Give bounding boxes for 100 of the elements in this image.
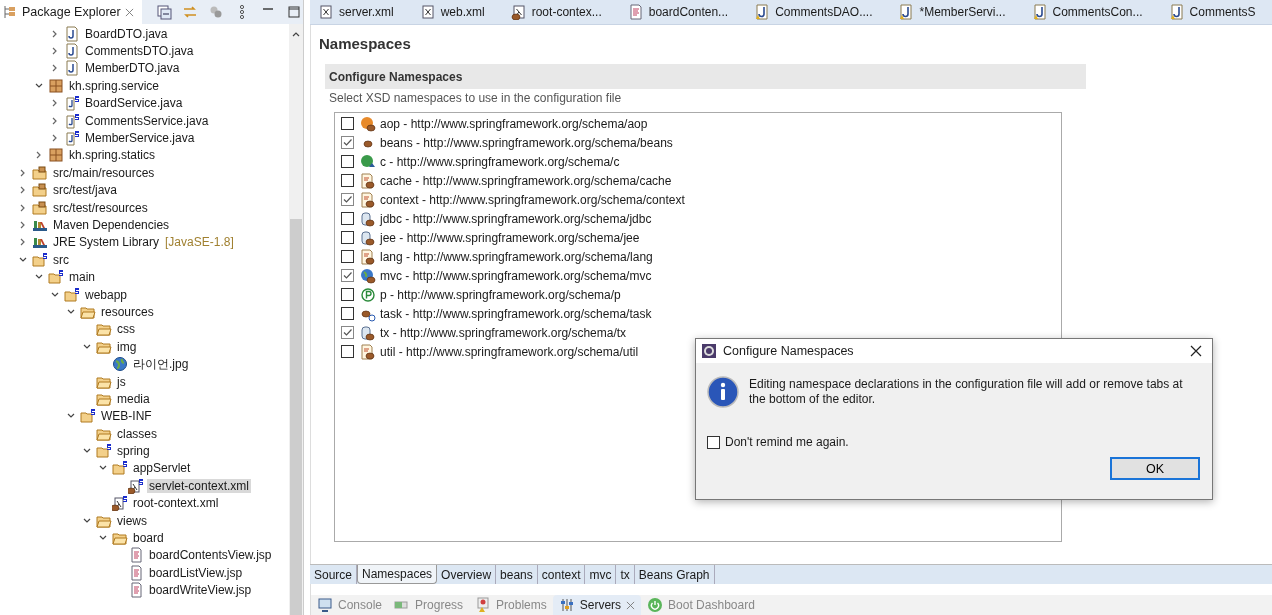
tree-item[interactable]: spring (115, 444, 152, 459)
tree-item[interactable]: CommentsDTO.java (83, 44, 196, 59)
checkbox[interactable] (341, 250, 354, 263)
tree-item[interactable]: CommentsService.java (83, 113, 211, 128)
scrollbar[interactable] (289, 24, 303, 615)
tree-item[interactable]: webapp (83, 287, 130, 302)
editor-tab[interactable]: boardConten... (619, 0, 747, 24)
package-icon (48, 77, 64, 94)
tree-item[interactable]: Maven Dependencies (51, 218, 172, 232)
namespace-icon (360, 267, 376, 284)
info-icon (707, 376, 739, 408)
tree-item[interactable]: WEB-INF (99, 409, 154, 424)
tree-item[interactable]: js (115, 374, 128, 389)
tree-item[interactable]: src/test/resources (51, 200, 150, 215)
checkbox[interactable] (341, 136, 354, 149)
page-tab[interactable]: Namespaces (357, 565, 438, 584)
checkbox[interactable] (341, 288, 354, 301)
tree-item[interactable]: boardListView.jsp (147, 565, 245, 580)
editor-tab[interactable]: CommentsS (1160, 0, 1272, 24)
java-file-icon (64, 25, 80, 42)
checkbox[interactable] (341, 345, 354, 358)
tree-item[interactable]: classes (115, 426, 159, 441)
tree-item[interactable]: src/test/java (51, 183, 120, 198)
namespace-label: mvc - http://www.springframework.org/schema/mvc (380, 268, 652, 283)
editor-tab[interactable]: CommentsDAO.... (746, 0, 891, 24)
tree-item[interactable]: MemberService.java (83, 131, 197, 146)
section-header: Configure Namespaces (325, 64, 1086, 89)
xml-file-icon (510, 4, 527, 20)
tree-item[interactable]: main (67, 270, 97, 285)
tree-item[interactable]: views (115, 513, 149, 528)
namespace-icon (360, 229, 376, 246)
folder-icon (96, 321, 112, 338)
namespace-icon (360, 210, 376, 227)
editor-tab[interactable]: *MemberServi... (890, 0, 1024, 24)
tree-item[interactable]: src (51, 252, 71, 267)
namespace-icon (360, 115, 376, 132)
java-file-icon (1168, 4, 1185, 20)
namespace-label: c - http://www.springframework.org/schema/c (380, 154, 620, 169)
tree-item[interactable]: JRE System Library (51, 235, 162, 250)
namespace-label: jdbc - http://www.springframework.org/schema/jdbc (380, 211, 652, 226)
package-icon (48, 147, 64, 164)
tree-item[interactable]: kh.spring.service (67, 78, 162, 93)
scroll-up-icon[interactable] (291, 30, 301, 38)
namespace-icon (360, 286, 376, 303)
java-file-icon (64, 95, 80, 112)
namespace-label: util - http://www.springframework.org/schema/util (380, 344, 639, 359)
tree-item[interactable]: 라이언.jpg (131, 355, 191, 373)
jsp-file-icon (128, 564, 144, 581)
checkbox[interactable] (341, 174, 354, 187)
tree-item[interactable]: boardWriteView.jsp (147, 583, 254, 598)
java-file-icon (64, 130, 80, 147)
globe-icon (112, 356, 128, 373)
checkbox[interactable] (341, 231, 354, 244)
namespace-label: jee - http://www.springframework.org/schema/jee (380, 230, 640, 245)
page-title: Namespaces (318, 34, 412, 54)
editor-tab[interactable]: root-contex... (502, 0, 620, 24)
tree-item[interactable]: src/main/resources (51, 165, 157, 180)
tree-item[interactable]: media (115, 391, 152, 406)
tree-item[interactable]: BoardService.java (83, 96, 185, 111)
tree-item[interactable]: boardContentsView.jsp (147, 548, 274, 563)
java-file-icon (64, 112, 80, 129)
checkbox[interactable] (341, 193, 354, 206)
editor-tab[interactable]: server.xml (310, 0, 412, 24)
namespace-label: tx - http://www.springframework.org/schema/tx (380, 325, 627, 340)
checkbox[interactable] (341, 307, 354, 320)
namespace-label: beans - http://www.springframework.org/schema/beans (380, 135, 673, 150)
checkbox[interactable] (341, 117, 354, 130)
tree-item[interactable]: board (131, 531, 166, 545)
tree-item[interactable]: BoardDTO.java (83, 26, 170, 41)
xml-file-icon (419, 4, 436, 20)
dialog-title: Configure Namespaces (723, 344, 854, 358)
folder-icon (32, 251, 48, 268)
tree-item[interactable]: kh.spring.statics (67, 148, 158, 163)
checkbox[interactable] (341, 155, 354, 168)
tree-item[interactable]: servlet-context.xml (147, 478, 252, 493)
tree-item[interactable]: img (115, 339, 139, 354)
xml-file-icon (318, 4, 334, 20)
view-tab[interactable]: Servers (552, 595, 642, 615)
tree-item[interactable]: resources (99, 304, 156, 319)
collapse-all-icon[interactable] (155, 4, 172, 20)
editor-tab[interactable]: web.xml (411, 0, 503, 24)
folder-icon (80, 408, 96, 425)
tree-item[interactable]: MemberDTO.java (83, 61, 182, 76)
checkbox-label[interactable]: Don't remind me again. (725, 435, 849, 449)
namespace-icon (360, 248, 376, 265)
checkbox[interactable] (341, 269, 354, 282)
servers-icon (558, 597, 575, 613)
ok-button[interactable]: OK (1110, 457, 1200, 480)
maximize-icon[interactable] (285, 4, 302, 20)
checkbox[interactable] (341, 212, 354, 225)
xml-file-icon (128, 477, 144, 494)
java-file-icon (64, 60, 80, 77)
tree-item[interactable]: root-context.xml (131, 496, 221, 511)
close-icon[interactable] (1190, 345, 1202, 357)
namespace-label: p - http://www.springframework.org/schema/p (380, 287, 621, 302)
tree-item[interactable]: css (115, 322, 137, 337)
tree-item[interactable]: appServlet (131, 461, 193, 476)
editor-tab[interactable]: CommentsCon... (1023, 0, 1161, 24)
checkbox[interactable] (707, 435, 720, 449)
checkbox[interactable] (341, 326, 354, 339)
